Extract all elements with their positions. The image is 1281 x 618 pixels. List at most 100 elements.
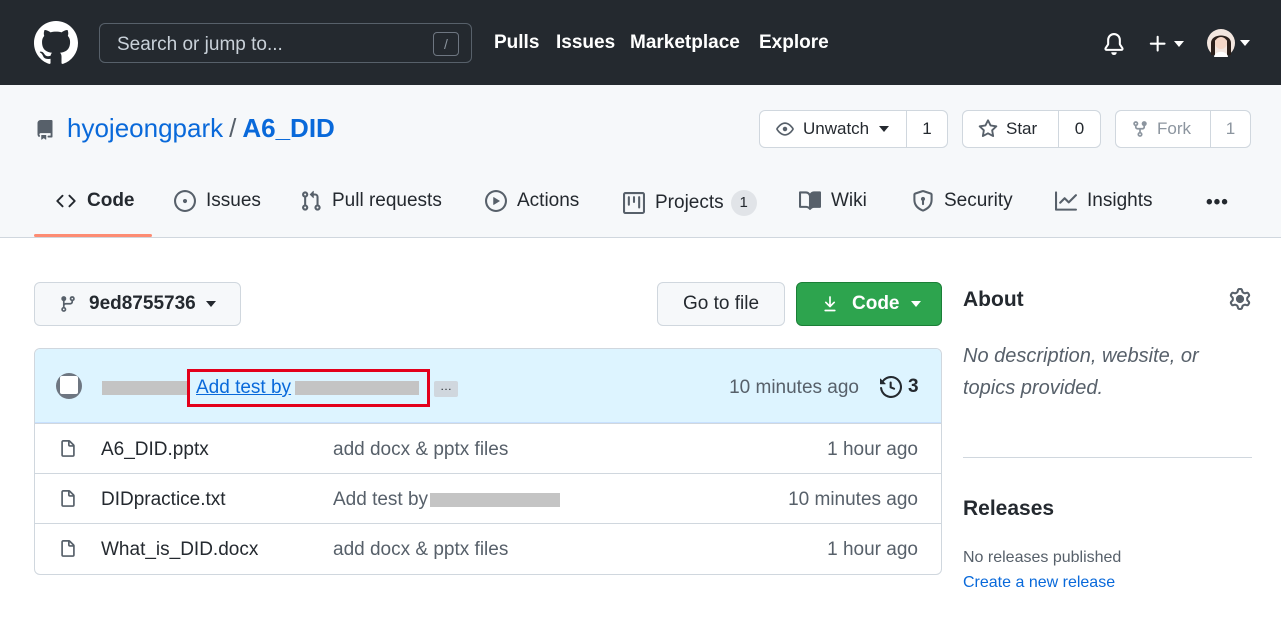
repo-owner-link[interactable]: hyojeongpark: [67, 113, 223, 143]
more-tabs-button[interactable]: •••: [1206, 192, 1229, 214]
fork-button-group: Fork 1: [1115, 110, 1251, 148]
star-button[interactable]: Star: [963, 111, 1059, 147]
repo-name-link[interactable]: A6_DID: [242, 113, 334, 143]
latest-commit-bar: Add test by … 10 minutes ago 3: [35, 349, 941, 423]
file-icon: [59, 538, 77, 560]
pull-request-icon: [302, 190, 321, 211]
file-commit-time: 1 hour ago: [827, 439, 918, 460]
tab-wiki-label: Wiki: [831, 190, 867, 211]
plus-icon[interactable]: [1147, 33, 1184, 55]
tab-insights[interactable]: Insights: [1055, 190, 1152, 212]
eye-icon: [776, 122, 794, 136]
file-commit-message-link[interactable]: Add test by: [333, 489, 561, 511]
star-count[interactable]: 0: [1059, 111, 1100, 147]
expand-commit-message-button[interactable]: …: [434, 380, 458, 397]
commit-history-link[interactable]: 3: [880, 376, 919, 398]
committer-avatar[interactable]: [56, 373, 82, 399]
branch-icon: [61, 296, 75, 312]
file-commit-message-link[interactable]: add docx & pptx files: [333, 439, 508, 461]
about-heading: About: [963, 288, 1024, 311]
star-button-group: Star 0: [962, 110, 1101, 148]
file-icon: [59, 438, 77, 460]
nav-explore[interactable]: Explore: [759, 32, 829, 54]
fork-count[interactable]: 1: [1211, 111, 1250, 147]
tab-projects[interactable]: Projects 1: [623, 190, 757, 216]
chevron-down-icon: [910, 301, 921, 307]
avatar[interactable]: [1207, 29, 1250, 57]
chevron-down-icon: [879, 126, 890, 132]
code-icon: [56, 194, 76, 208]
branch-name: 9ed8755736: [89, 293, 196, 314]
tab-pull-requests[interactable]: Pull requests: [300, 190, 442, 212]
fork-button[interactable]: Fork: [1116, 111, 1211, 147]
bell-icon[interactable]: [1103, 32, 1125, 56]
tab-projects-label: Projects: [655, 192, 724, 213]
file-name-link[interactable]: A6_DID.pptx: [101, 439, 209, 461]
watch-button-group: Unwatch 1: [759, 110, 948, 148]
gear-icon[interactable]: [1229, 288, 1251, 310]
releases-heading[interactable]: Releases: [963, 497, 1054, 521]
tab-code[interactable]: Code: [55, 190, 135, 212]
projects-count-badge: 1: [730, 190, 757, 216]
shield-icon: [913, 190, 933, 212]
watch-count[interactable]: 1: [907, 111, 947, 147]
download-icon: [824, 296, 836, 312]
project-icon: [623, 192, 645, 214]
table-row: A6_DID.pptx add docx & pptx files 1 hour…: [35, 423, 941, 473]
sidebar-divider: [963, 457, 1252, 458]
tab-actions-label: Actions: [517, 190, 580, 211]
play-icon: [485, 190, 507, 212]
redacted-author: [102, 381, 187, 395]
nav-pulls[interactable]: Pulls: [494, 32, 539, 54]
tab-issues[interactable]: Issues: [174, 190, 261, 212]
star-icon: [978, 119, 998, 138]
go-to-file-button[interactable]: Go to file: [657, 282, 785, 326]
table-row: What_is_DID.docx add docx & pptx files 1…: [35, 523, 941, 573]
history-icon: [880, 376, 902, 398]
code-download-button[interactable]: Code: [796, 282, 942, 326]
tab-issues-label: Issues: [206, 190, 261, 211]
unwatch-label: Unwatch: [803, 119, 870, 138]
file-name-link[interactable]: DIDpractice.txt: [101, 489, 226, 511]
branch-select-button[interactable]: 9ed8755736: [34, 282, 241, 326]
file-commit-message-link[interactable]: add docx & pptx files: [333, 539, 508, 561]
redacted-text: [430, 492, 561, 507]
repo-separator: /: [229, 113, 237, 143]
tab-insights-label: Insights: [1087, 190, 1153, 211]
tab-code-label: Code: [87, 190, 135, 211]
table-row: DIDpractice.txt Add test by 10 minutes a…: [35, 473, 941, 523]
unwatch-button[interactable]: Unwatch: [760, 111, 907, 147]
graph-icon: [1055, 191, 1077, 211]
tab-pull-requests-label: Pull requests: [332, 190, 442, 211]
nav-issues[interactable]: Issues: [556, 32, 615, 54]
repo-icon: [35, 119, 55, 141]
fork-icon: [1133, 121, 1147, 137]
about-description: No description, website, or topics provi…: [963, 345, 1199, 399]
chevron-down-icon: [1174, 41, 1184, 47]
tab-wiki[interactable]: Wiki: [799, 190, 867, 212]
highlight-annotation-box: [187, 369, 430, 407]
github-logo-icon[interactable]: [34, 21, 78, 65]
search-placeholder: Search or jump to...: [117, 34, 283, 55]
create-release-link[interactable]: Create a new release: [963, 574, 1115, 592]
commit-count: 3: [908, 376, 919, 397]
file-name-link[interactable]: What_is_DID.docx: [101, 539, 258, 561]
no-releases-text: No releases published: [963, 549, 1122, 566]
latest-commit-time[interactable]: 10 minutes ago: [729, 377, 859, 399]
file-commit-time: 1 hour ago: [827, 539, 918, 560]
search-input[interactable]: Search or jump to... /: [99, 23, 472, 63]
issue-icon: [174, 190, 196, 212]
search-shortcut-key: /: [433, 32, 459, 56]
book-icon: [799, 191, 821, 210]
chevron-down-icon: [1240, 40, 1250, 46]
file-icon: [59, 488, 77, 510]
nav-marketplace[interactable]: Marketplace: [630, 32, 740, 54]
chevron-down-icon: [205, 301, 216, 307]
tab-security[interactable]: Security: [912, 190, 1013, 212]
repo-title: hyojeongpark / A6_DID: [67, 113, 335, 144]
fork-label: Fork: [1157, 119, 1191, 138]
tab-actions[interactable]: Actions: [485, 190, 579, 212]
code-button-label: Code: [852, 293, 900, 314]
file-list: Add test by … 10 minutes ago 3 A6_DID.pp…: [34, 348, 942, 575]
selected-tab-indicator: [34, 234, 152, 237]
